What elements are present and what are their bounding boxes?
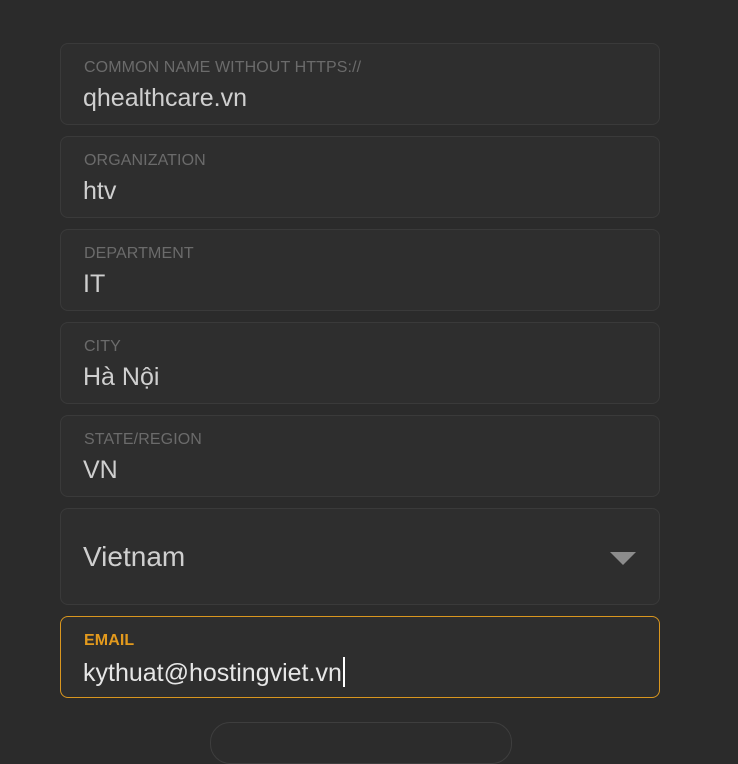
city-label: CITY [84,338,121,355]
country-selected-value: Vietnam [83,541,186,572]
email-input-wrap[interactable]: kythuat@hostingviet.vn [83,657,345,688]
text-cursor [342,657,345,687]
chevron-down-icon[interactable] [610,552,636,565]
country-select[interactable]: Vietnam [60,508,660,605]
common-name-input[interactable]: qhealthcare.vn [83,84,247,113]
state-region-label: STATE/REGION [84,431,202,448]
department-input[interactable]: IT [83,270,105,299]
city-field[interactable]: CITY Hà Nội [60,322,660,404]
department-label: DEPARTMENT [84,245,194,262]
organization-label: ORGANIZATION [84,152,206,169]
csr-form: COMMON NAME WITHOUT HTTPS:// qhealthcare… [60,43,660,709]
state-region-input[interactable]: VN [83,456,118,485]
common-name-field[interactable]: COMMON NAME WITHOUT HTTPS:// qhealthcare… [60,43,660,125]
email-input[interactable]: kythuat@hostingviet.vn [83,659,342,687]
organization-field[interactable]: ORGANIZATION htv [60,136,660,218]
city-input[interactable]: Hà Nội [83,363,159,392]
email-field[interactable]: EMAIL kythuat@hostingviet.vn [60,616,660,698]
department-field[interactable]: DEPARTMENT IT [60,229,660,311]
organization-input[interactable]: htv [83,177,116,206]
state-region-field[interactable]: STATE/REGION VN [60,415,660,497]
common-name-label: COMMON NAME WITHOUT HTTPS:// [84,59,362,76]
submit-button[interactable] [210,722,512,764]
email-label: EMAIL [84,632,135,649]
